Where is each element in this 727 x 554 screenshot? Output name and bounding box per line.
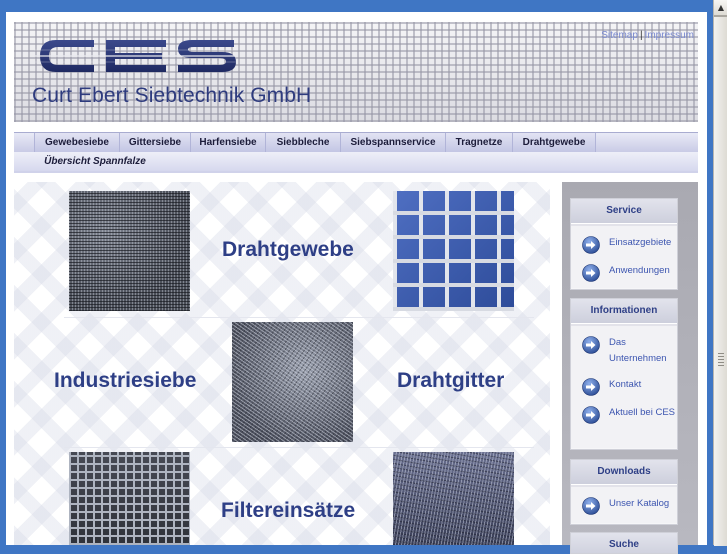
nav-divider [14,171,698,173]
nav-item-uebersicht-spannfalze[interactable]: Übersicht Spannfalze [34,152,156,171]
row-divider [64,317,534,318]
arrow-right-circle-icon [582,264,600,282]
scroll-up-arrow-icon[interactable]: ▲ [714,0,727,16]
industriesiebe-label[interactable]: Industriesiebe [54,369,196,393]
nav-item-gewebesiebe[interactable]: Gewebesiebe [34,133,120,152]
page-background: Curt Ebert Siebtechnik GmbH Sitemap | Impr… [0,0,713,554]
industriesiebe-image[interactable] [232,322,353,442]
drahtgitter-grid-image[interactable] [393,191,514,311]
link-separator: | [639,30,643,41]
nav-row-primary: Gewebesiebe Gittersiebe Harfensiebe Sieb… [14,133,698,153]
sidebar-link-einsatzgebiete[interactable]: Einsatzgebiete [571,232,677,260]
service-box-title: Service [571,199,677,224]
nav-item-siebspannservice[interactable]: Siebspannservice [340,133,446,152]
drahtgewebe-image[interactable] [69,191,190,311]
downloads-box-body: Unser Katalog [571,485,677,523]
main-navigation: Gewebesiebe Gittersiebe Harfensiebe Sieb… [14,132,698,172]
service-box: Service Einsatzgebiete Anwendungen [570,198,678,290]
informationen-box: Informationen Das Unternehmen Kontakt Ak… [570,298,678,450]
sidebar-link-aktuell-bei-ces[interactable]: Aktuell bei CES [571,402,677,444]
nav-item-gittersiebe[interactable]: Gittersiebe [119,133,191,152]
filtereinsaetze-image[interactable] [393,452,514,545]
vertical-scrollbar[interactable]: ▲ [713,0,727,546]
nav-item-siebbleche[interactable]: Siebbleche [265,133,341,152]
sidebar-link-anwendungen[interactable]: Anwendungen [571,260,677,288]
arrow-right-circle-icon [582,406,600,424]
gittersieb-image[interactable] [69,452,190,545]
ces-logo[interactable] [34,34,238,78]
sidebar-link-label: Anwendungen [609,265,670,276]
site-header: Curt Ebert Siebtechnik GmbH Sitemap | Impr… [14,22,698,122]
arrow-right-circle-icon [582,336,600,354]
sidebar-link-kontakt[interactable]: Kontakt [571,374,677,402]
downloads-box: Downloads Unser Katalog [570,459,678,525]
nav-row-secondary: Übersicht Spannfalze [14,152,698,172]
sidebar-link-label: Aktuell bei CES [609,407,676,418]
product-overview: Drahtgewebe Industriesiebe Drahtgitter F… [14,182,550,545]
filtereinsaetze-label[interactable]: Filtereinsätze [221,499,355,523]
service-box-body: Einsatzgebiete Anwendungen [571,224,677,288]
downloads-box-title: Downloads [571,460,677,485]
row-divider [64,447,534,448]
arrow-right-circle-icon [582,497,600,515]
sidebar-link-label: Unser Katalog [609,498,670,509]
sidebar-link-unser-katalog[interactable]: Unser Katalog [571,493,677,521]
top-links: Sitemap | Impressum [601,30,694,41]
arrow-right-circle-icon [582,378,600,396]
sidebar: Service Einsatzgebiete Anwendungen Infor… [562,182,698,554]
sidebar-link-label: Das Unternehmen [609,337,667,364]
drahtgewebe-label[interactable]: Drahtgewebe [222,238,354,262]
sidebar-link-label: Kontakt [609,379,642,390]
nav-item-harfensiebe[interactable]: Harfensiebe [190,133,266,152]
sidebar-link-label: Einsatzgebiete [609,237,672,248]
suche-box-title: Suche [571,533,677,553]
sidebar-link-das-unternehmen[interactable]: Das Unternehmen [571,332,677,374]
company-name: Curt Ebert Siebtechnik GmbH [32,84,312,107]
impressum-link[interactable]: Impressum [645,30,694,41]
informationen-box-title: Informationen [571,299,677,324]
nav-item-tragnetze[interactable]: Tragnetze [445,133,513,152]
nav-item-drahtgewebe[interactable]: Drahtgewebe [512,133,596,152]
drahtgitter-label[interactable]: Drahtgitter [397,369,504,393]
content-area: Curt Ebert Siebtechnik GmbH Sitemap | Impr… [6,12,707,554]
scrollbar-thumb[interactable] [714,16,727,546]
arrow-right-circle-icon [582,236,600,254]
suche-box: Suche [570,532,678,554]
informationen-box-body: Das Unternehmen Kontakt Aktuell bei CES [571,324,677,448]
scrollbar-grip [718,353,724,367]
sitemap-link[interactable]: Sitemap [601,30,638,41]
